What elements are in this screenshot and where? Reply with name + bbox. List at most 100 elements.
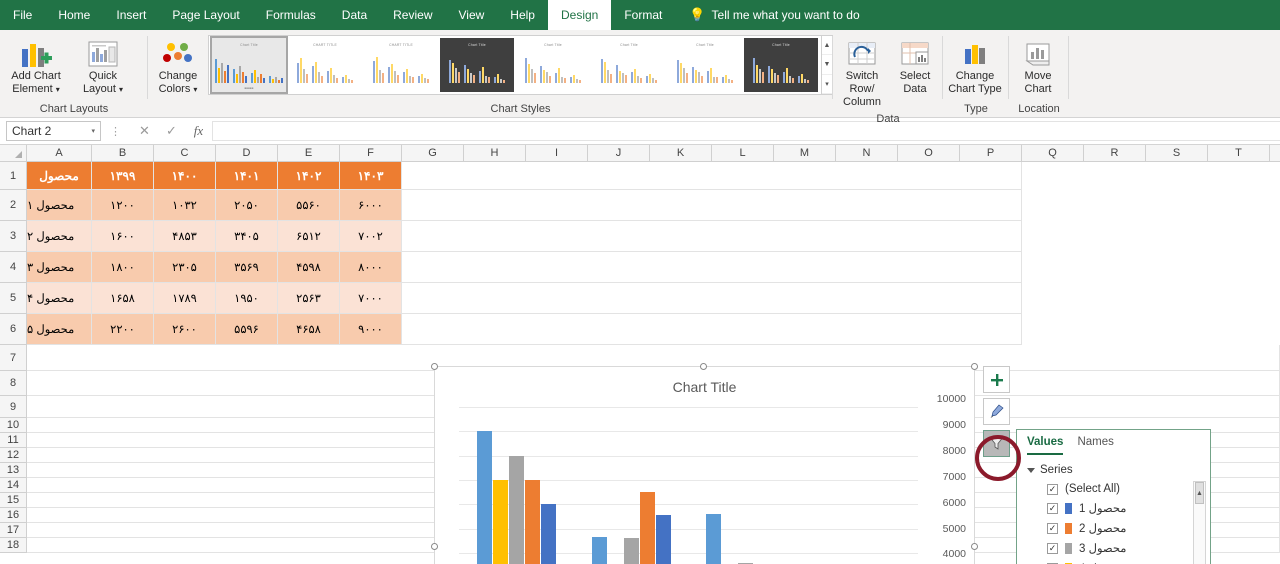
gallery-scroll-up[interactable]: ▲ bbox=[822, 36, 832, 55]
cell-B4[interactable]: ۱۸۰۰ bbox=[92, 252, 154, 283]
cell-F3[interactable]: ۷۰۰۲ bbox=[340, 221, 402, 252]
ribbon-tab-data[interactable]: Data bbox=[329, 0, 380, 30]
cell-A1[interactable]: محصول bbox=[27, 162, 92, 190]
row-header-9[interactable]: 9 bbox=[0, 396, 26, 418]
chart-handle-ml[interactable] bbox=[431, 543, 438, 550]
bar-1402-mahsul1[interactable] bbox=[656, 515, 671, 564]
column-header-G[interactable]: G bbox=[402, 145, 464, 161]
formula-input[interactable] bbox=[212, 121, 1280, 141]
move-chart-button[interactable]: MoveChart bbox=[1009, 35, 1067, 99]
checkbox-series-mahsul3[interactable]: ✓ bbox=[1047, 543, 1058, 554]
cell-B1[interactable]: ۱۳۹۹ bbox=[92, 162, 154, 190]
column-header-J[interactable]: J bbox=[588, 145, 650, 161]
filter-pane-scrollbar[interactable]: ▲ bbox=[1193, 481, 1206, 564]
cell-G2[interactable] bbox=[402, 190, 1022, 221]
cell-F6[interactable]: ۹۰۰۰ bbox=[340, 314, 402, 345]
bar-1403-mahsul3[interactable] bbox=[509, 456, 524, 564]
column-header-P[interactable]: P bbox=[960, 145, 1022, 161]
quick-layout-button[interactable]: QuickLayout ▾ bbox=[72, 35, 134, 99]
row-header-15[interactable]: 15 bbox=[0, 493, 26, 508]
filter-item-series-select-all[interactable]: ✓ (Select All) bbox=[1017, 480, 1210, 498]
name-box[interactable]: Chart 2 ▾ bbox=[6, 121, 101, 141]
chart-handle-tl[interactable] bbox=[431, 363, 438, 370]
cell-A6[interactable]: محصول ۵ bbox=[27, 314, 92, 345]
column-header-Q[interactable]: Q bbox=[1022, 145, 1084, 161]
insert-function-icon[interactable]: fx bbox=[185, 123, 212, 139]
gallery-scroll-down[interactable]: ▼ bbox=[822, 55, 832, 74]
column-header-L[interactable]: L bbox=[712, 145, 774, 161]
chart-style-5[interactable]: Chart Title bbox=[516, 38, 590, 92]
chart-style-8[interactable]: Chart Title bbox=[744, 38, 818, 92]
ribbon-tab-review[interactable]: Review bbox=[380, 0, 445, 30]
confirm-formula-icon[interactable]: ✓ bbox=[158, 123, 185, 139]
column-header-S[interactable]: S bbox=[1146, 145, 1208, 161]
cancel-formula-icon[interactable]: ✕ bbox=[131, 123, 158, 139]
cell-E6[interactable]: ۴۶۵۸ bbox=[278, 314, 340, 345]
cell-F5[interactable]: ۷۰۰۰ bbox=[340, 283, 402, 314]
ribbon-tab-file[interactable]: File bbox=[0, 0, 45, 30]
cell-G3[interactable] bbox=[402, 221, 1022, 252]
bar-1403-mahsul2[interactable] bbox=[525, 480, 540, 564]
row-header-2[interactable]: 2 bbox=[0, 190, 26, 221]
column-header-C[interactable]: C bbox=[154, 145, 216, 161]
gallery-expand[interactable]: ▾ bbox=[822, 75, 832, 94]
cell-F4[interactable]: ۸۰۰۰ bbox=[340, 252, 402, 283]
cell-C4[interactable]: ۲۳۰۵ bbox=[154, 252, 216, 283]
cell-E3[interactable]: ۶۵۱۲ bbox=[278, 221, 340, 252]
column-header-I[interactable]: I bbox=[526, 145, 588, 161]
row-header-13[interactable]: 13 bbox=[0, 463, 26, 478]
column-header-E[interactable]: E bbox=[278, 145, 340, 161]
column-header-F[interactable]: F bbox=[340, 145, 402, 161]
tab-names[interactable]: Names bbox=[1077, 436, 1113, 455]
cell-B2[interactable]: ۱۲۰۰ bbox=[92, 190, 154, 221]
cell-A5[interactable]: محصول ۴ bbox=[27, 283, 92, 314]
chart-handle-mr[interactable] bbox=[971, 543, 978, 550]
cell-C5[interactable]: ۱۷۸۹ bbox=[154, 283, 216, 314]
filter-item-series-mahsul3[interactable]: ✓ محصول 3 bbox=[1017, 538, 1210, 558]
column-header-O[interactable]: O bbox=[898, 145, 960, 161]
ribbon-tab-insert[interactable]: Insert bbox=[103, 0, 159, 30]
add-chart-element-button[interactable]: Add ChartElement ▾ bbox=[0, 35, 72, 99]
cell-B6[interactable]: ۲۲۰۰ bbox=[92, 314, 154, 345]
cell-E5[interactable]: ۲۵۶۳ bbox=[278, 283, 340, 314]
triangle-down-icon-series[interactable] bbox=[1027, 468, 1035, 473]
cell-B5[interactable]: ۱۶۵۸ bbox=[92, 283, 154, 314]
row-header-1[interactable]: 1 bbox=[0, 162, 26, 190]
cell-D2[interactable]: ۲۰۵۰ bbox=[216, 190, 278, 221]
switch-row-column-button[interactable]: Switch Row/Column bbox=[833, 35, 891, 112]
checkbox-series-mahsul2[interactable]: ✓ bbox=[1047, 523, 1058, 534]
row-header-5[interactable]: 5 bbox=[0, 283, 26, 314]
column-header-R[interactable]: R bbox=[1084, 145, 1146, 161]
column-header-H[interactable]: H bbox=[464, 145, 526, 161]
row-header-4[interactable]: 4 bbox=[0, 252, 26, 283]
chart-styles-brush-button[interactable] bbox=[983, 398, 1010, 425]
chart-style-3[interactable]: CHART TITLE bbox=[364, 38, 438, 92]
bar-1403-mahsul1[interactable] bbox=[541, 504, 556, 564]
column-header-A[interactable]: A bbox=[27, 145, 92, 161]
cell-G1[interactable] bbox=[402, 162, 1022, 190]
chart-style-1[interactable]: Chart Title ■■■■■ bbox=[212, 38, 286, 92]
filter-pane-scroll-thumb[interactable]: ▲ bbox=[1195, 482, 1204, 504]
row-header-11[interactable]: 11 bbox=[0, 433, 26, 448]
ribbon-tab-help[interactable]: Help bbox=[497, 0, 548, 30]
bar-1403-mahsul4[interactable] bbox=[493, 480, 508, 564]
row-header-3[interactable]: 3 bbox=[0, 221, 26, 252]
row-header-7[interactable]: 7 bbox=[0, 345, 26, 371]
cell-D3[interactable]: ۳۴۰۵ bbox=[216, 221, 278, 252]
row-header-18[interactable]: 18 bbox=[0, 538, 26, 553]
ribbon-tab-home[interactable]: Home bbox=[45, 0, 103, 30]
chevron-down-icon[interactable]: ▾ bbox=[91, 127, 95, 135]
ribbon-tab-formulas[interactable]: Formulas bbox=[253, 0, 329, 30]
bar-1402-mahsul2[interactable] bbox=[640, 492, 655, 564]
chart-style-4[interactable]: Chart Title bbox=[440, 38, 514, 92]
chart-styles-gallery[interactable]: Chart Title ■■■■■ CHART TITLE bbox=[208, 35, 822, 95]
chart-handle-tc[interactable] bbox=[700, 363, 707, 370]
checkbox-series-mahsul1[interactable]: ✓ bbox=[1047, 503, 1058, 514]
cell-D4[interactable]: ۳۵۶۹ bbox=[216, 252, 278, 283]
cell-D1[interactable]: ۱۴۰۱ bbox=[216, 162, 278, 190]
change-colors-button[interactable]: ChangeColors ▾ bbox=[148, 35, 208, 99]
cell-G6[interactable] bbox=[402, 314, 1022, 345]
ribbon-tab-page-layout[interactable]: Page Layout bbox=[159, 0, 252, 30]
gallery-scroll-controls[interactable]: ▲ ▼ ▾ bbox=[822, 35, 833, 95]
ribbon-tab-design[interactable]: Design bbox=[548, 0, 611, 30]
